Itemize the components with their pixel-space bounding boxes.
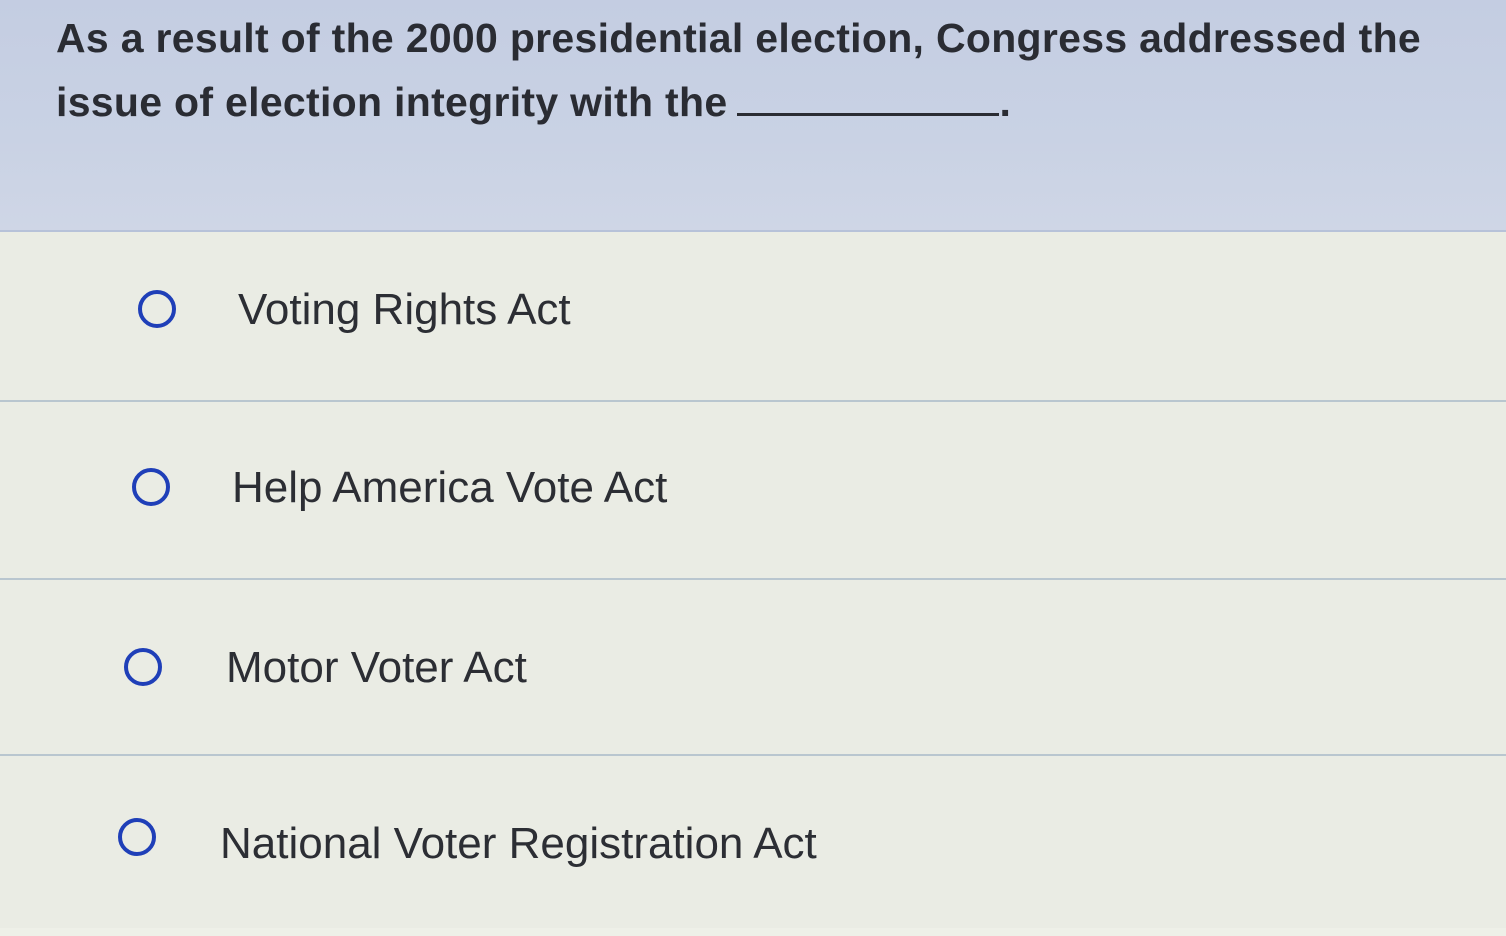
radio-button-motor-voter-act[interactable] — [124, 648, 162, 686]
option-label: Help America Vote Act — [232, 463, 668, 512]
question-end-punctuation: . — [999, 79, 1012, 125]
option-national-voter-registration-act[interactable]: National Voter Registration Act — [0, 760, 1506, 936]
radio-button-voting-rights-act[interactable] — [138, 290, 176, 328]
option-label: Motor Voter Act — [226, 643, 527, 692]
option-divider — [0, 400, 1506, 402]
option-voting-rights-act[interactable]: Voting Rights Act — [0, 232, 1506, 408]
question-text: As a result of the 2000 presidential ele… — [56, 6, 1496, 134]
option-label: National Voter Registration Act — [220, 819, 817, 868]
radio-button-help-america-vote-act[interactable] — [132, 468, 170, 506]
option-help-america-vote-act[interactable]: Help America Vote Act — [0, 408, 1506, 584]
option-divider — [0, 754, 1506, 756]
option-label: Voting Rights Act — [238, 285, 571, 334]
option-motor-voter-act[interactable]: Motor Voter Act — [0, 584, 1506, 760]
option-divider — [0, 578, 1506, 580]
answer-options: Voting Rights Act Help America Vote Act … — [0, 232, 1506, 928]
answer-blank — [737, 87, 1000, 116]
question-panel: As a result of the 2000 presidential ele… — [0, 0, 1506, 232]
radio-button-national-voter-registration-act[interactable] — [118, 818, 156, 856]
